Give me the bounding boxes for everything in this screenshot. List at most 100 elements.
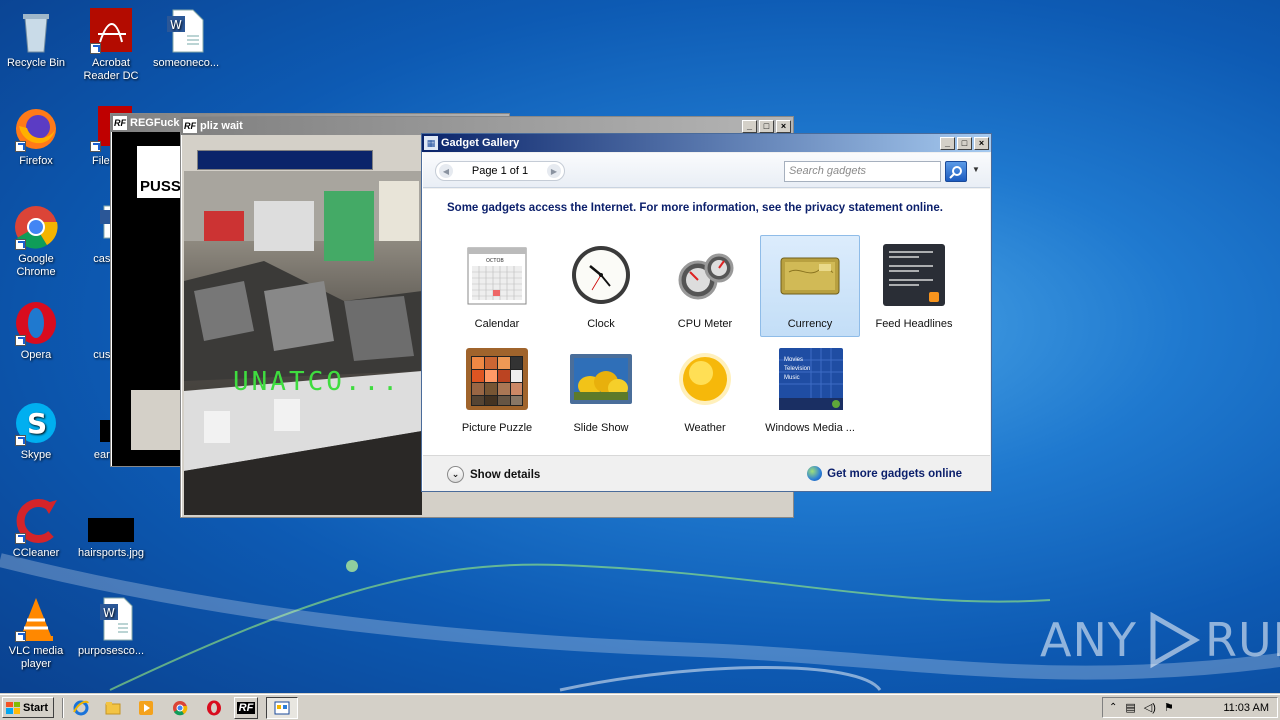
taskbar-divider: [62, 698, 64, 718]
close-button[interactable]: ×: [974, 136, 989, 150]
desktop-icon-label: Skype: [20, 449, 52, 461]
desktop-icon-someoneco[interactable]: W someoneco...: [150, 8, 222, 70]
gadget-footer: ⌄ Show details Get more gadgets online: [423, 455, 990, 490]
gadget-weather[interactable]: Weather: [655, 340, 755, 442]
desktop-icon-label: Recycle Bin: [6, 57, 66, 69]
gadget-label: Weather: [684, 422, 726, 434]
gadget-clock[interactable]: Clock: [551, 236, 651, 338]
ie-quicklaunch-icon[interactable]: [72, 699, 90, 717]
get-more-label: Get more gadgets online: [827, 467, 962, 480]
picture-puzzle-icon: [466, 348, 528, 410]
desktop-icon-label: CCleaner: [12, 547, 60, 559]
svg-text:S: S: [27, 407, 47, 440]
desktop-icon-recycle-bin[interactable]: Recycle Bin: [0, 8, 72, 70]
watermark-left: ANY: [1040, 613, 1137, 667]
calendar-icon: OCTOB: [467, 247, 527, 305]
desktop-icon-ccleaner[interactable]: CCleaner: [0, 498, 72, 560]
feed-headlines-icon: [883, 244, 945, 306]
slide-show-icon: [570, 354, 632, 404]
opera-quicklaunch-icon[interactable]: [205, 699, 223, 717]
search-options-dropdown[interactable]: ▼: [972, 165, 980, 174]
desktop-icon-hairsports[interactable]: hairsports.jpg: [75, 498, 147, 560]
desktop-icon-skype[interactable]: S Skype: [0, 400, 72, 462]
search-input[interactable]: Search gadgets: [784, 161, 941, 182]
taskbar-gadget-gallery[interactable]: [266, 697, 298, 719]
word-doc-icon: W: [167, 9, 204, 53]
rf-app-icon: RF: [183, 119, 197, 133]
start-label: Start: [23, 701, 49, 714]
windows-logo-icon: [6, 701, 20, 714]
page-navigator: ◀ Page 1 of 1 ▶: [435, 161, 565, 181]
gadget-feed-headlines[interactable]: Feed Headlines: [864, 236, 964, 338]
watermark-right: RUN: [1204, 613, 1280, 667]
desktop-icon-vlc[interactable]: VLC media player: [0, 596, 72, 671]
media-player-quicklaunch-icon[interactable]: [137, 699, 155, 717]
gadget-gallery-window[interactable]: ▦ Gadget Gallery _ □ × ◀ Page 1 of 1 ▶ S…: [421, 133, 992, 492]
rf-app-icon: RF: [113, 116, 127, 130]
gadget-windows-media-center[interactable]: Movies Television Music Windows Media ..…: [760, 340, 860, 442]
gadget-gallery-titlebar[interactable]: ▦ Gadget Gallery _ □ ×: [422, 134, 991, 152]
window-title: pliz wait: [200, 120, 243, 132]
taskbar-rf-app[interactable]: RF: [234, 697, 258, 719]
get-more-gadgets-link[interactable]: Get more gadgets online: [807, 466, 962, 481]
prev-page-button[interactable]: ◀: [439, 164, 453, 178]
window-title: REGFuck: [130, 117, 180, 129]
close-button[interactable]: ×: [776, 119, 791, 133]
word-doc-icon: W: [100, 597, 133, 641]
desktop-icon-acrobat[interactable]: Acrobat Reader DC: [75, 8, 147, 83]
gadget-currency[interactable]: Currency: [760, 235, 860, 337]
minimize-button[interactable]: _: [742, 119, 757, 133]
start-button[interactable]: Start: [2, 697, 54, 718]
show-details-button[interactable]: ⌄ Show details: [447, 466, 540, 483]
gadget-label: CPU Meter: [677, 318, 733, 330]
search-button[interactable]: [945, 161, 967, 182]
gadget-label: Picture Puzzle: [461, 422, 533, 434]
desktop-icon-chrome[interactable]: Google Chrome: [0, 204, 72, 279]
media-line: Movies: [784, 357, 804, 363]
desktop-icon-label: hairsports.jpg: [77, 547, 145, 559]
cpu-meter-icon: [678, 253, 734, 300]
next-page-button[interactable]: ▶: [547, 164, 561, 178]
privacy-notice: Some gadgets access the Internet. For mo…: [447, 202, 943, 214]
store-photo: [184, 171, 422, 515]
show-details-label: Show details: [470, 468, 541, 481]
gadget-calendar[interactable]: OCTOB Calendar: [447, 236, 547, 338]
gadget-label: Calendar: [474, 318, 520, 330]
unatco-text: UNATCO...: [233, 367, 401, 397]
tray-expand-icon[interactable]: ⌃: [1109, 702, 1117, 713]
network-icon[interactable]: ▤: [1125, 701, 1135, 714]
chrome-quicklaunch-icon[interactable]: [171, 699, 189, 717]
desktop-icon-label: someoneco...: [152, 57, 220, 69]
desktop-icon-label: purposesco...: [77, 645, 145, 657]
gadget-gallery-taskbar-icon: [274, 701, 290, 715]
progress-bar: [197, 150, 373, 170]
desktop-icon-firefox[interactable]: Firefox: [0, 106, 72, 168]
clock[interactable]: 11:03 AM: [1223, 702, 1269, 714]
gadget-slide-show[interactable]: Slide Show: [551, 340, 651, 442]
clock-icon: [572, 246, 630, 304]
volume-icon[interactable]: ◁): [1144, 701, 1156, 714]
desktop-icon-opera[interactable]: Opera: [0, 300, 72, 362]
desktop-icon-purposesco[interactable]: W purposesco...: [75, 596, 147, 658]
action-center-flag-icon[interactable]: ⚑: [1164, 701, 1174, 714]
maximize-button[interactable]: □: [957, 136, 972, 150]
maximize-button[interactable]: □: [759, 119, 774, 133]
minimize-button[interactable]: _: [940, 136, 955, 150]
explorer-quicklaunch-icon[interactable]: [104, 699, 122, 717]
gadget-picture-puzzle[interactable]: Picture Puzzle: [447, 340, 547, 442]
gadget-label: Feed Headlines: [875, 318, 953, 330]
gadget-toolbar: ◀ Page 1 of 1 ▶ Search gadgets ▼: [423, 153, 990, 188]
gadget-list: Some gadgets access the Internet. For mo…: [423, 189, 990, 455]
window-title: Gadget Gallery: [441, 137, 520, 149]
image-icon: [88, 518, 134, 542]
gadget-label: Slide Show: [573, 422, 629, 434]
desktop-icon-label: VLC media player: [8, 645, 64, 670]
gadget-label: Clock: [587, 318, 615, 330]
currency-icon: [780, 257, 840, 295]
gadget-cpu-meter[interactable]: CPU Meter: [655, 236, 755, 338]
desktop-icon-label: Google Chrome: [16, 253, 56, 278]
page-label: Page 1 of 1: [471, 165, 529, 177]
recycle-bin-icon: [23, 14, 49, 53]
desktop-icon-label: Opera: [20, 349, 52, 361]
rf-app-icon: RF: [236, 702, 256, 714]
